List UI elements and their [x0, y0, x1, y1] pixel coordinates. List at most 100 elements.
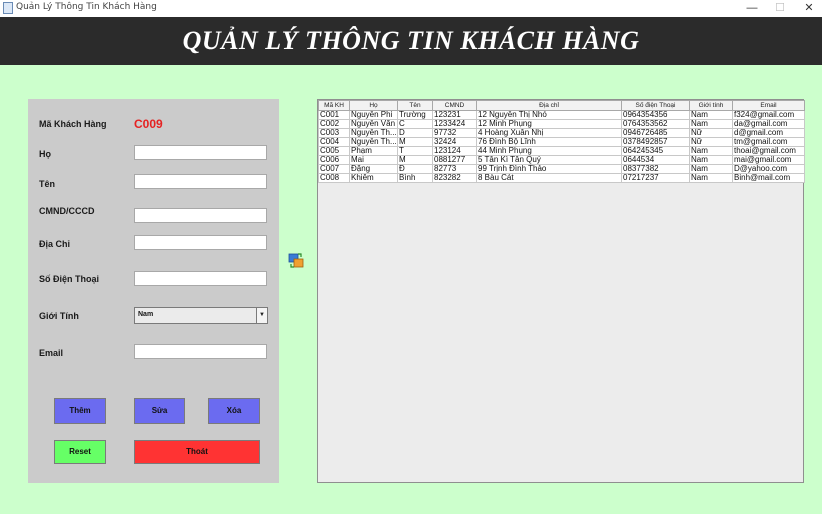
chevron-down-icon[interactable]: ▼ — [256, 308, 267, 323]
table-cell[interactable]: 064245345 — [621, 146, 690, 156]
column-header[interactable]: Số điện Thoại — [621, 100, 690, 111]
table-cell[interactable]: 08377382 — [621, 164, 690, 174]
email-input[interactable] — [134, 344, 267, 359]
table-cell[interactable]: Mai — [349, 155, 398, 165]
table-cell[interactable]: 76 Đình Bộ Lĩnh — [476, 137, 622, 147]
column-header[interactable]: Họ — [349, 100, 398, 111]
gender-select[interactable]: Nam ▼ — [134, 307, 268, 324]
table-cell[interactable]: D — [397, 128, 433, 138]
table-cell[interactable]: 0881277 — [432, 155, 477, 165]
table-cell[interactable]: C006 — [318, 155, 350, 165]
table-cell[interactable]: C003 — [318, 128, 350, 138]
customer-id-value: C009 — [134, 117, 163, 131]
table-row[interactable]: C008 Khiêm Bình 823282 8 Bàu Cát 07217237 Nam B… — [318, 173, 805, 183]
table-cell[interactable]: Bình — [397, 173, 433, 183]
transfer-icon[interactable] — [288, 252, 304, 269]
table-cell[interactable]: 5 Tân Kì Tân Quý — [476, 155, 622, 165]
table-row[interactable]: C006 Mai M 0881277 5 Tân Kì Tân Quý 0644534 Na… — [318, 155, 805, 165]
table-cell[interactable]: 0764353562 — [621, 119, 690, 129]
table-cell[interactable]: Nguyễn Th... — [349, 137, 398, 147]
add-button[interactable]: Thêm — [54, 398, 106, 424]
table-cell[interactable]: da@gmail.com — [732, 119, 805, 129]
table-cell[interactable]: d@gmail.com — [732, 128, 805, 138]
table-row[interactable]: C001 Nguyễn Phi Trường 123231 12 Nguyễn Thị … — [318, 110, 805, 120]
table-cell[interactable]: 97732 — [432, 128, 477, 138]
address-input[interactable] — [134, 235, 267, 250]
table-cell[interactable]: C001 — [318, 110, 350, 120]
table-cell[interactable]: 99 Trịnh Đình Thảo — [476, 164, 622, 174]
table-cell[interactable]: M — [397, 137, 433, 147]
table-cell[interactable]: Nguyễn Th... — [349, 128, 398, 138]
table-cell[interactable]: 1233424 — [432, 119, 477, 129]
table-cell[interactable]: 0378492857 — [621, 137, 690, 147]
table-cell[interactable]: Nữ — [689, 137, 733, 147]
table-cell[interactable]: C008 — [318, 173, 350, 183]
table-row[interactable]: C003 Nguyễn Th... D 97732 4 Hoàng Xuân Nhị 09… — [318, 128, 805, 138]
table-cell[interactable]: Đ — [397, 164, 433, 174]
table-cell[interactable]: C007 — [318, 164, 350, 174]
table-cell[interactable]: Nam — [689, 173, 733, 183]
column-header[interactable]: CMND — [432, 100, 477, 111]
table-cell[interactable]: Nam — [689, 119, 733, 129]
table-cell[interactable]: 32424 — [432, 137, 477, 147]
app-header: QUẢN LÝ THÔNG TIN KHÁCH HÀNG — [0, 17, 822, 65]
table-cell[interactable]: 44 Minh Phụng — [476, 146, 622, 156]
column-header[interactable]: Email — [732, 100, 805, 111]
minimize-button[interactable]: — — [738, 0, 766, 17]
delete-button[interactable]: Xóa — [208, 398, 260, 424]
table-cell[interactable]: Nữ — [689, 128, 733, 138]
table-cell[interactable]: Đặng — [349, 164, 398, 174]
table-cell[interactable]: Nguyễn Văn — [349, 119, 398, 129]
table-cell[interactable]: Nguyễn Phi — [349, 110, 398, 120]
edit-button[interactable]: Sửa — [134, 398, 185, 424]
table-cell[interactable]: 0964354356 — [621, 110, 690, 120]
column-header[interactable]: Giới tính — [689, 100, 733, 111]
table-cell[interactable]: 12 Nguyễn Thị Nhỏ — [476, 110, 622, 120]
table-cell[interactable]: C — [397, 119, 433, 129]
table-cell[interactable]: C002 — [318, 119, 350, 129]
column-header[interactable]: Địa chỉ — [476, 100, 622, 111]
table-cell[interactable]: D@yahoo.com — [732, 164, 805, 174]
table-cell[interactable]: Nam — [689, 155, 733, 165]
table-cell[interactable]: C005 — [318, 146, 350, 156]
table-cell[interactable]: mai@gmail.com — [732, 155, 805, 165]
table-cell[interactable]: f324@gmail.com — [732, 110, 805, 120]
table-cell[interactable]: Khiêm — [349, 173, 398, 183]
table-cell[interactable]: Binh@mail.com — [732, 173, 805, 183]
table-cell[interactable]: tm@gmail.com — [732, 137, 805, 147]
table-cell[interactable]: thoai@gmail.com — [732, 146, 805, 156]
table-row[interactable]: C005 Phạm T 123124 44 Minh Phụng 064245345 Nam… — [318, 146, 805, 156]
table-row[interactable]: C007 Đặng Đ 82773 99 Trịnh Đình Thảo 08377382… — [318, 164, 805, 174]
table-cell[interactable]: 12 Minh Phụng — [476, 119, 622, 129]
reset-button[interactable]: Reset — [54, 440, 106, 464]
column-header[interactable]: Mã KH — [318, 100, 350, 111]
table-cell[interactable]: 823282 — [432, 173, 477, 183]
id-card-input[interactable] — [134, 208, 267, 223]
table-cell[interactable]: 123231 — [432, 110, 477, 120]
phone-input[interactable] — [134, 271, 267, 286]
table-cell[interactable]: Nam — [689, 164, 733, 174]
first-name-input[interactable] — [134, 174, 267, 189]
table-cell[interactable]: 82773 — [432, 164, 477, 174]
table-row[interactable]: C002 Nguyễn Văn C 1233424 12 Minh Phụng 07643… — [318, 119, 805, 129]
table-row[interactable]: C004 Nguyễn Th... M 32424 76 Đình Bộ Lĩnh 037… — [318, 137, 805, 147]
table-cell[interactable]: 0644534 — [621, 155, 690, 165]
column-header[interactable]: Tên — [397, 100, 433, 111]
label-customer-id: Mã Khách Hàng — [39, 119, 107, 129]
table-cell[interactable]: Nam — [689, 146, 733, 156]
table-cell[interactable]: Trường — [397, 110, 433, 120]
table-cell[interactable]: 8 Bàu Cát — [476, 173, 622, 183]
table-cell[interactable]: Phạm — [349, 146, 398, 156]
table-cell[interactable]: 0946726485 — [621, 128, 690, 138]
last-name-input[interactable] — [134, 145, 267, 160]
table-cell[interactable]: 07217237 — [621, 173, 690, 183]
table-cell[interactable]: 123124 — [432, 146, 477, 156]
table-cell[interactable]: M — [397, 155, 433, 165]
exit-button[interactable]: Thoát — [134, 440, 260, 464]
table-cell[interactable]: T — [397, 146, 433, 156]
table-cell[interactable]: 4 Hoàng Xuân Nhị — [476, 128, 622, 138]
table-cell[interactable]: C004 — [318, 137, 350, 147]
maximize-button[interactable]: ☐ — [766, 0, 794, 17]
close-button[interactable]: ✕ — [795, 0, 822, 17]
table-cell[interactable]: Nam — [689, 110, 733, 120]
